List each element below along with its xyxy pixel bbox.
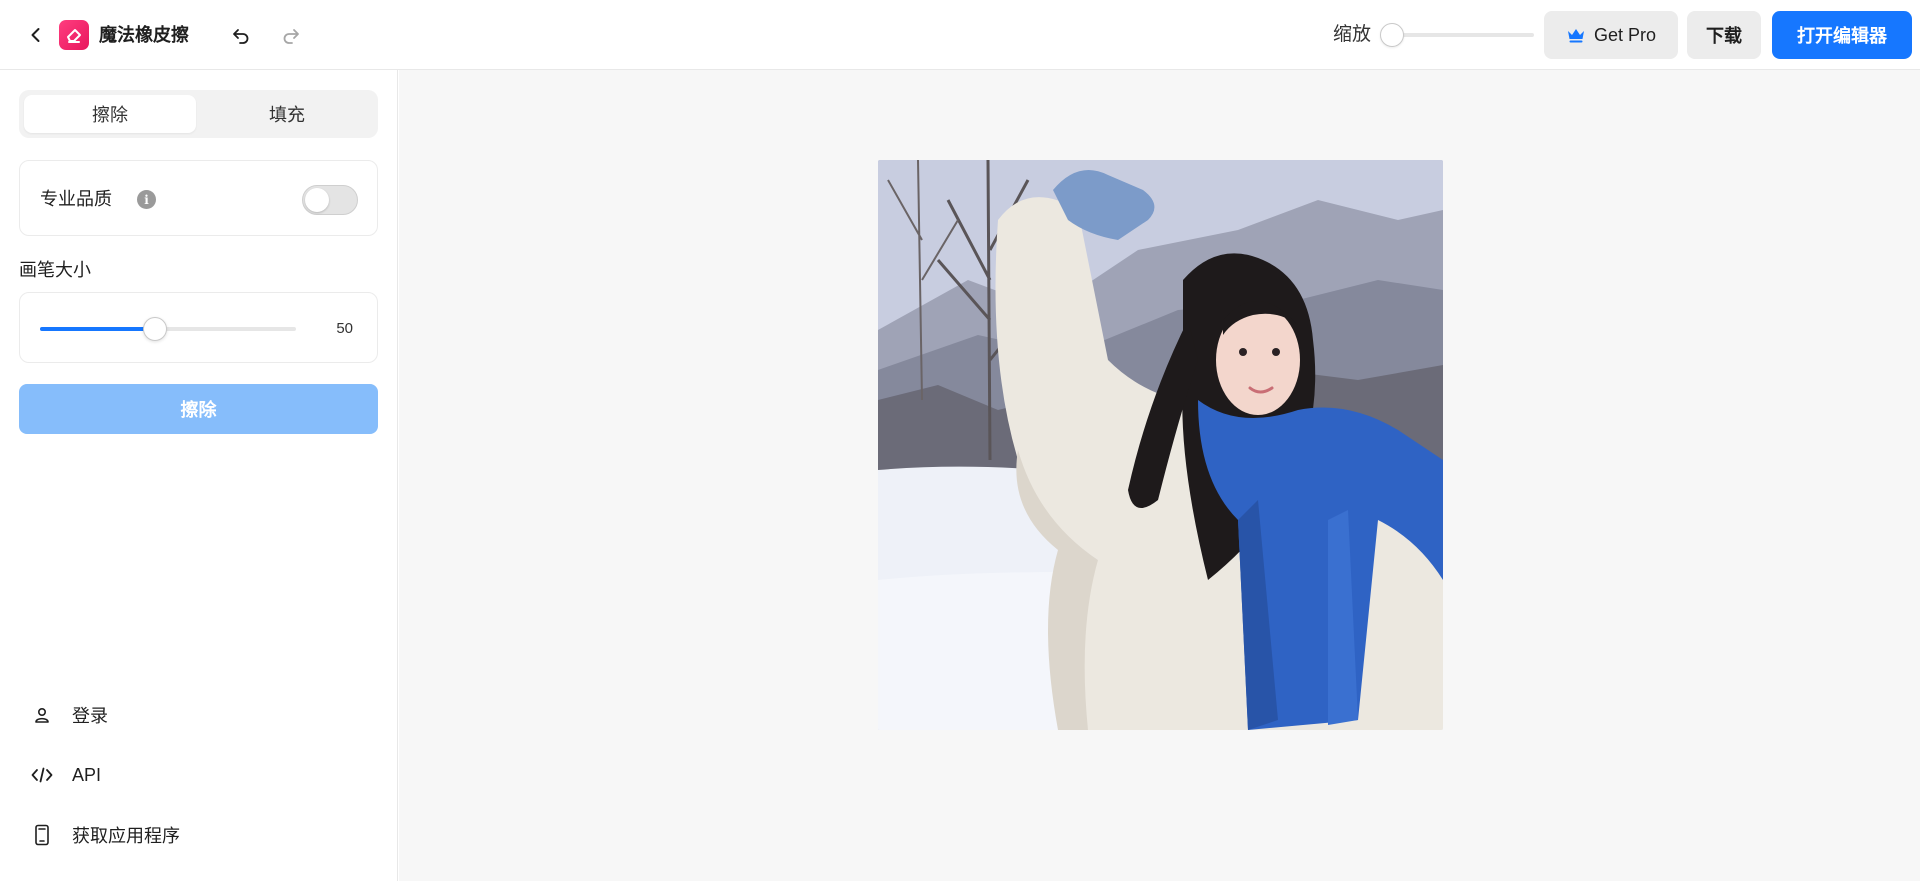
pro-quality-label: 专业品质: [40, 189, 112, 209]
mode-tabs: 擦除 填充: [19, 90, 378, 138]
toggle-knob: [305, 188, 329, 212]
open-editor-button[interactable]: 打开编辑器: [1772, 11, 1912, 59]
brush-size-slider-thumb[interactable]: [143, 317, 168, 341]
redo-button[interactable]: [276, 20, 306, 50]
phone-icon: [30, 823, 54, 847]
zoom-slider-thumb[interactable]: [1380, 23, 1404, 47]
back-button[interactable]: [22, 21, 50, 49]
top-bar: 魔法橡皮擦 缩放 Get Pro 下载 打开编辑器: [0, 0, 1920, 70]
user-icon: [30, 703, 54, 727]
brush-size-slider-fill: [40, 327, 156, 331]
brush-size-card: 50: [19, 292, 378, 363]
zoom-slider-track[interactable]: [1382, 33, 1534, 37]
pro-quality-card: 专业品质 i: [19, 160, 378, 236]
tab-fill[interactable]: 填充: [201, 95, 373, 133]
app-logo: [59, 20, 89, 50]
brush-size-value: 50: [336, 320, 353, 337]
tab-erase[interactable]: 擦除: [24, 95, 196, 133]
download-button[interactable]: 下载: [1687, 11, 1761, 59]
brush-size-label: 画笔大小: [19, 260, 91, 280]
zoom-label: 缩放: [1333, 24, 1372, 45]
code-icon: [30, 763, 54, 787]
sidebar-item-login[interactable]: 登录: [30, 697, 108, 733]
pro-quality-toggle[interactable]: [302, 185, 358, 215]
canvas-area[interactable]: [399, 70, 1920, 881]
undo-button[interactable]: [226, 20, 256, 50]
eraser-icon: [67, 29, 81, 43]
sidebar: 擦除 填充 专业品质 i 画笔大小 50 擦除 登录 API 获取应用程序: [0, 70, 398, 881]
photo-illustration: [878, 160, 1443, 730]
sidebar-item-get-app[interactable]: 获取应用程序: [30, 817, 180, 853]
chevron-left-icon: [31, 28, 40, 42]
erase-button[interactable]: 擦除: [19, 384, 378, 434]
get-pro-label: Get Pro: [1593, 24, 1657, 45]
sidebar-item-label: API: [72, 764, 102, 785]
sidebar-item-api[interactable]: API: [30, 757, 101, 793]
brush-size-slider-track[interactable]: [40, 327, 296, 331]
get-pro-button[interactable]: Get Pro: [1544, 11, 1678, 59]
sidebar-item-label: 登录: [72, 706, 108, 726]
crown-icon: [1567, 29, 1584, 43]
info-icon[interactable]: i: [137, 190, 156, 209]
sidebar-item-label: 获取应用程序: [72, 826, 180, 846]
undo-icon: [233, 29, 249, 44]
app-title: 魔法橡皮擦: [99, 25, 189, 45]
redo-icon: [283, 29, 299, 44]
edited-photo[interactable]: [878, 160, 1443, 730]
